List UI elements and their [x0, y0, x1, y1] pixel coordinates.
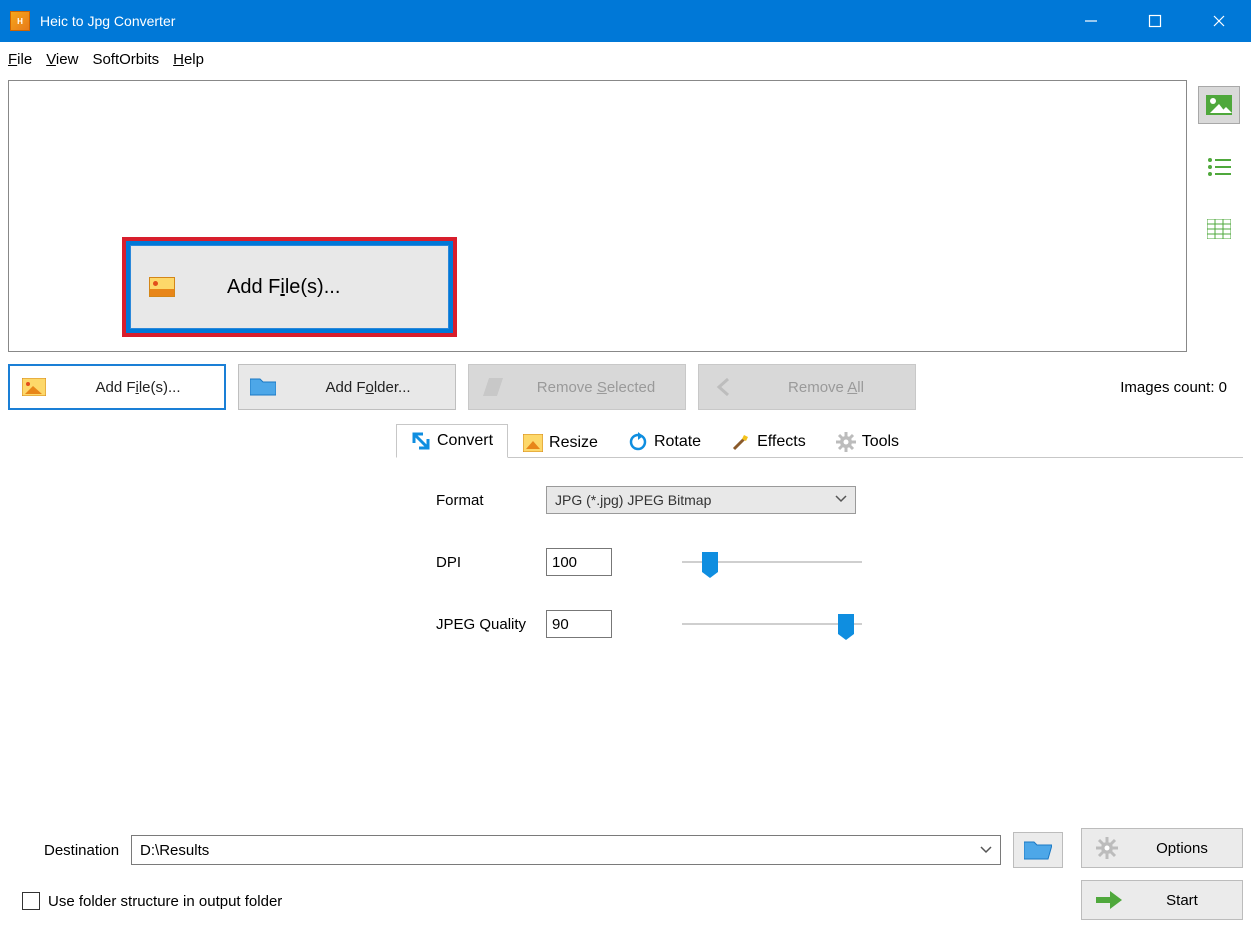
use-folder-structure-checkbox[interactable]	[22, 892, 40, 910]
chevron-down-icon	[980, 844, 992, 856]
view-thumbnails-button[interactable]	[1198, 86, 1240, 124]
image-icon	[149, 277, 175, 297]
title-bar: H Heic to Jpg Converter	[0, 0, 1251, 42]
arrow-right-icon	[1096, 891, 1120, 909]
add-folder-label: Add Folder...	[291, 379, 445, 396]
window-controls	[1059, 0, 1251, 42]
remove-selected-label: Remove Selected	[517, 379, 675, 396]
tabs: Convert Resize Rotate Effects Tools	[396, 422, 1243, 458]
add-files-big-label: Add File(s)...	[227, 276, 340, 299]
remove-all-label: Remove All	[747, 379, 905, 396]
menu-bar: File View SoftOrbits Help	[0, 42, 1251, 76]
view-details-button[interactable]	[1198, 210, 1240, 248]
image-icon	[20, 376, 48, 398]
format-combo[interactable]: JPG (*.jpg) JPEG Bitmap	[546, 486, 856, 514]
folder-icon	[249, 376, 277, 398]
menu-view[interactable]: View	[46, 51, 78, 68]
tab-tools[interactable]: Tools	[821, 425, 914, 458]
destination-label: Destination	[14, 842, 119, 859]
chevron-down-icon	[835, 493, 847, 505]
app-title: Heic to Jpg Converter	[40, 13, 175, 29]
folder-open-icon	[1024, 839, 1052, 861]
menu-softorbits[interactable]: SoftOrbits	[92, 51, 159, 68]
tab-effects[interactable]: Effects	[716, 425, 821, 458]
remove-all-button[interactable]: Remove All	[698, 364, 916, 410]
format-label: Format	[436, 492, 536, 509]
browse-destination-button[interactable]	[1013, 832, 1063, 868]
options-button[interactable]: Options	[1081, 828, 1243, 868]
tab-resize[interactable]: Resize	[508, 427, 613, 458]
tab-convert[interactable]: Convert	[396, 424, 508, 458]
dpi-label: DPI	[436, 554, 536, 571]
dpi-slider[interactable]	[682, 548, 862, 576]
start-button[interactable]: Start	[1081, 880, 1243, 920]
menu-file[interactable]: File	[8, 51, 32, 68]
chevron-left-icon	[709, 376, 737, 398]
add-files-big-button[interactable]: Add File(s)...	[130, 245, 449, 329]
add-files-button[interactable]: Add File(s)...	[8, 364, 226, 410]
remove-selected-button[interactable]: Remove Selected	[468, 364, 686, 410]
quality-slider[interactable]	[682, 610, 862, 638]
gear-icon	[1096, 837, 1120, 859]
quality-input[interactable]	[546, 610, 612, 638]
add-folder-button[interactable]: Add Folder...	[238, 364, 456, 410]
images-count: Images count: 0	[1120, 379, 1243, 396]
menu-help[interactable]: Help	[173, 51, 204, 68]
use-folder-structure-label: Use folder structure in output folder	[48, 893, 282, 910]
close-button[interactable]	[1187, 0, 1251, 42]
highlight-callout: Add File(s)...	[122, 237, 457, 337]
maximize-button[interactable]	[1123, 0, 1187, 42]
file-list-panel	[8, 422, 388, 820]
view-list-button[interactable]	[1198, 148, 1240, 186]
eraser-icon	[479, 376, 507, 398]
convert-panel: Format JPG (*.jpg) JPEG Bitmap DPI JPEG …	[396, 458, 1243, 682]
minimize-button[interactable]	[1059, 0, 1123, 42]
add-files-label: Add File(s)...	[62, 379, 214, 396]
dpi-input[interactable]	[546, 548, 612, 576]
destination-combo[interactable]: D:\Results	[131, 835, 1001, 865]
preview-pane: Add File(s)...	[8, 80, 1187, 352]
quality-label: JPEG Quality	[436, 616, 536, 633]
app-icon: H	[10, 11, 30, 31]
tab-rotate[interactable]: Rotate	[613, 425, 716, 458]
